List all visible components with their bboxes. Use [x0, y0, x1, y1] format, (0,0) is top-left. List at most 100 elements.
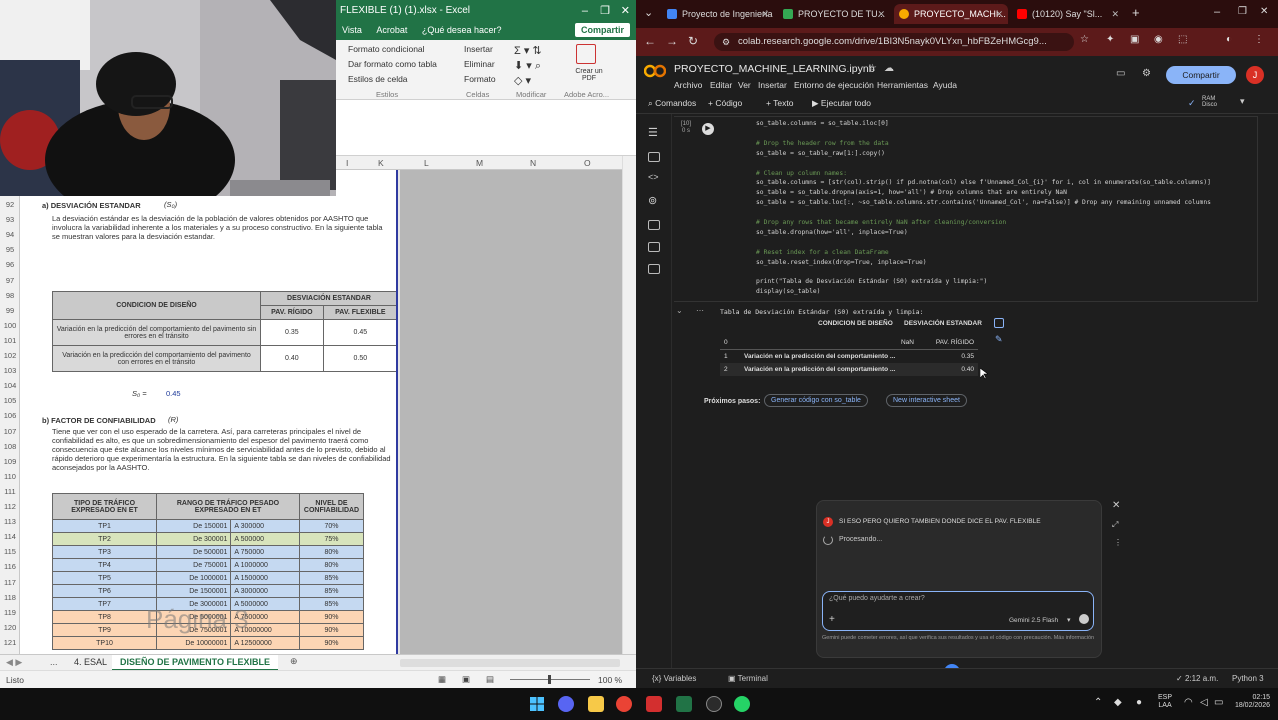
- window-close-icon[interactable]: ✕: [1260, 6, 1268, 17]
- row-header[interactable]: 105: [0, 396, 20, 405]
- model-dropdown-icon[interactable]: ▾: [1067, 616, 1071, 624]
- row-header[interactable]: 118: [0, 593, 20, 602]
- tell-me-search[interactable]: ¿Qué desea hacer?: [416, 22, 508, 38]
- close-gemini-icon[interactable]: ✕: [1112, 500, 1120, 511]
- bookmark-star-icon[interactable]: ☆: [1080, 34, 1089, 45]
- row-header[interactable]: 106: [0, 411, 20, 420]
- excel-share-button[interactable]: Compartir: [574, 23, 630, 37]
- colab-share-button[interactable]: Compartir: [1166, 66, 1236, 84]
- model-selector[interactable]: Gemini 2.5 Flash: [1009, 617, 1058, 624]
- menu-runtime[interactable]: Entorno de ejecución: [794, 80, 874, 90]
- cell-styles-button[interactable]: Estilos de celda: [348, 74, 408, 84]
- runtime-dropdown-icon[interactable]: ▾: [1240, 96, 1245, 107]
- table-of-contents-icon[interactable]: ☰: [648, 126, 658, 139]
- row-header[interactable]: 96: [0, 260, 20, 269]
- browser-menu-icon[interactable]: ⋮: [1254, 34, 1264, 45]
- row-header[interactable]: 115: [0, 547, 20, 556]
- browser-tab[interactable]: Proyecto de Ingeniería ✕: [662, 4, 774, 24]
- column-header[interactable]: I: [346, 158, 348, 168]
- new-tab-icon[interactable]: +: [1132, 5, 1140, 20]
- wifi-icon[interactable]: ◠: [1184, 697, 1193, 708]
- row-header[interactable]: 107: [0, 427, 20, 436]
- zoom-slider-thumb[interactable]: [548, 675, 551, 684]
- view-layout-icon[interactable]: ▣: [462, 674, 470, 685]
- clock[interactable]: 02:15 18/02/2026: [1234, 694, 1270, 710]
- discord-icon[interactable]: [558, 696, 574, 712]
- sheet-scroll-left-icon[interactable]: ◀ ▶: [6, 657, 22, 668]
- user-avatar[interactable]: J: [1246, 66, 1264, 84]
- extensions-puzzle-icon[interactable]: ⬚: [1178, 34, 1187, 45]
- windows-start-icon[interactable]: [530, 697, 544, 711]
- row-header[interactable]: 94: [0, 230, 20, 239]
- extension-icon[interactable]: ◉: [1154, 34, 1163, 45]
- battery-icon[interactable]: ▭: [1214, 697, 1223, 708]
- maximize-icon[interactable]: ❐: [600, 0, 610, 22]
- commands-button[interactable]: ⌕ Comandos: [648, 98, 696, 109]
- extension-icon[interactable]: ▣: [1130, 34, 1139, 45]
- autosum-icon[interactable]: Σ ▾ ⇅: [514, 44, 542, 57]
- gemini-more-icon[interactable]: ⋮: [1114, 538, 1122, 547]
- conditional-format-button[interactable]: Formato condicional: [348, 44, 425, 54]
- new-interactive-sheet-button[interactable]: New interactive sheet: [886, 394, 967, 407]
- tab-vista[interactable]: Vista: [336, 22, 368, 38]
- site-info-icon[interactable]: ⚙: [722, 33, 730, 51]
- row-header[interactable]: 98: [0, 291, 20, 300]
- row-header[interactable]: 109: [0, 457, 20, 466]
- excel-page-layout[interactable]: a) DESVIACIÓN ESTANDAR (S₀) La desviació…: [20, 170, 398, 654]
- view-normal-icon[interactable]: ▦: [438, 674, 446, 685]
- files-folder-icon[interactable]: [648, 242, 660, 252]
- format-as-table-button[interactable]: Dar formato como tabla: [348, 59, 437, 69]
- tray-overflow-icon[interactable]: ⌃: [1094, 697, 1102, 708]
- add-text-button[interactable]: + Texto: [766, 98, 794, 108]
- find-replace-icon[interactable]: [648, 152, 660, 162]
- chrome-icon[interactable]: [616, 696, 632, 712]
- row-header[interactable]: 99: [0, 306, 20, 315]
- back-icon[interactable]: ←: [644, 34, 656, 48]
- code-cell[interactable]: [10] 0 s ▶ so_table.columns = so_table.il…: [674, 116, 1258, 302]
- ram-disk-indicator[interactable]: RAM Disco: [1202, 96, 1217, 108]
- collapse-output-icon[interactable]: ⌄: [676, 306, 683, 315]
- menu-edit[interactable]: Editar: [710, 80, 732, 90]
- profile-icon[interactable]: ◐: [1226, 34, 1232, 45]
- column-header[interactable]: O: [584, 158, 591, 168]
- sheet-tab-more[interactable]: ...: [50, 657, 58, 667]
- tray-app-icon[interactable]: ●: [1136, 697, 1142, 708]
- row-header[interactable]: 120: [0, 623, 20, 632]
- menu-tools[interactable]: Herramientas: [877, 80, 928, 90]
- whatsapp-icon[interactable]: [734, 696, 750, 712]
- row-header[interactable]: 92: [0, 200, 20, 209]
- settings-gear-icon[interactable]: ⚙: [1142, 68, 1151, 79]
- insert-cells-button[interactable]: Insertar: [464, 44, 493, 54]
- volume-icon[interactable]: ◁: [1200, 697, 1208, 708]
- row-header[interactable]: 97: [0, 276, 20, 285]
- row-header[interactable]: 117: [0, 578, 20, 587]
- row-header[interactable]: 121: [0, 638, 20, 647]
- menu-view[interactable]: Ver: [738, 80, 751, 90]
- acrobat-icon[interactable]: [646, 696, 662, 712]
- run-cell-icon[interactable]: ▶: [702, 123, 714, 135]
- row-header[interactable]: 95: [0, 245, 20, 254]
- create-pdf-icon[interactable]: [576, 44, 596, 64]
- variables-icon[interactable]: ⊚: [648, 194, 657, 207]
- horizontal-scrollbar[interactable]: [400, 659, 620, 667]
- close-tab-icon[interactable]: ✕: [995, 4, 1003, 24]
- column-header[interactable]: N: [530, 158, 536, 168]
- reload-icon[interactable]: ↻: [688, 34, 698, 48]
- close-tab-icon[interactable]: ✕: [1111, 4, 1119, 24]
- row-header[interactable]: 104: [0, 381, 20, 390]
- secrets-key-icon[interactable]: [648, 220, 660, 230]
- interactive-table-icon[interactable]: [994, 318, 1004, 328]
- fill-icon[interactable]: ⬇ ▾ ⌕: [514, 59, 541, 73]
- tab-search-icon[interactable]: ⌄: [644, 6, 653, 19]
- generate-code-button[interactable]: Generar código con so_table: [764, 394, 868, 407]
- close-tab-icon[interactable]: ✕: [761, 4, 769, 24]
- delete-cells-button[interactable]: Eliminar: [464, 59, 495, 69]
- tab-acrobat[interactable]: Acrobat: [370, 22, 413, 38]
- create-pdf-button[interactable]: Crear un PDF: [572, 68, 606, 82]
- data-table-icon[interactable]: [648, 264, 660, 274]
- excel-vertical-scrollbar[interactable]: [622, 156, 636, 654]
- format-cells-button[interactable]: Formato: [464, 74, 496, 84]
- sheet-tab-esal[interactable]: 4. ESAL: [74, 657, 107, 667]
- close-tab-icon[interactable]: ✕: [877, 4, 885, 24]
- window-maximize-icon[interactable]: ❐: [1238, 6, 1247, 17]
